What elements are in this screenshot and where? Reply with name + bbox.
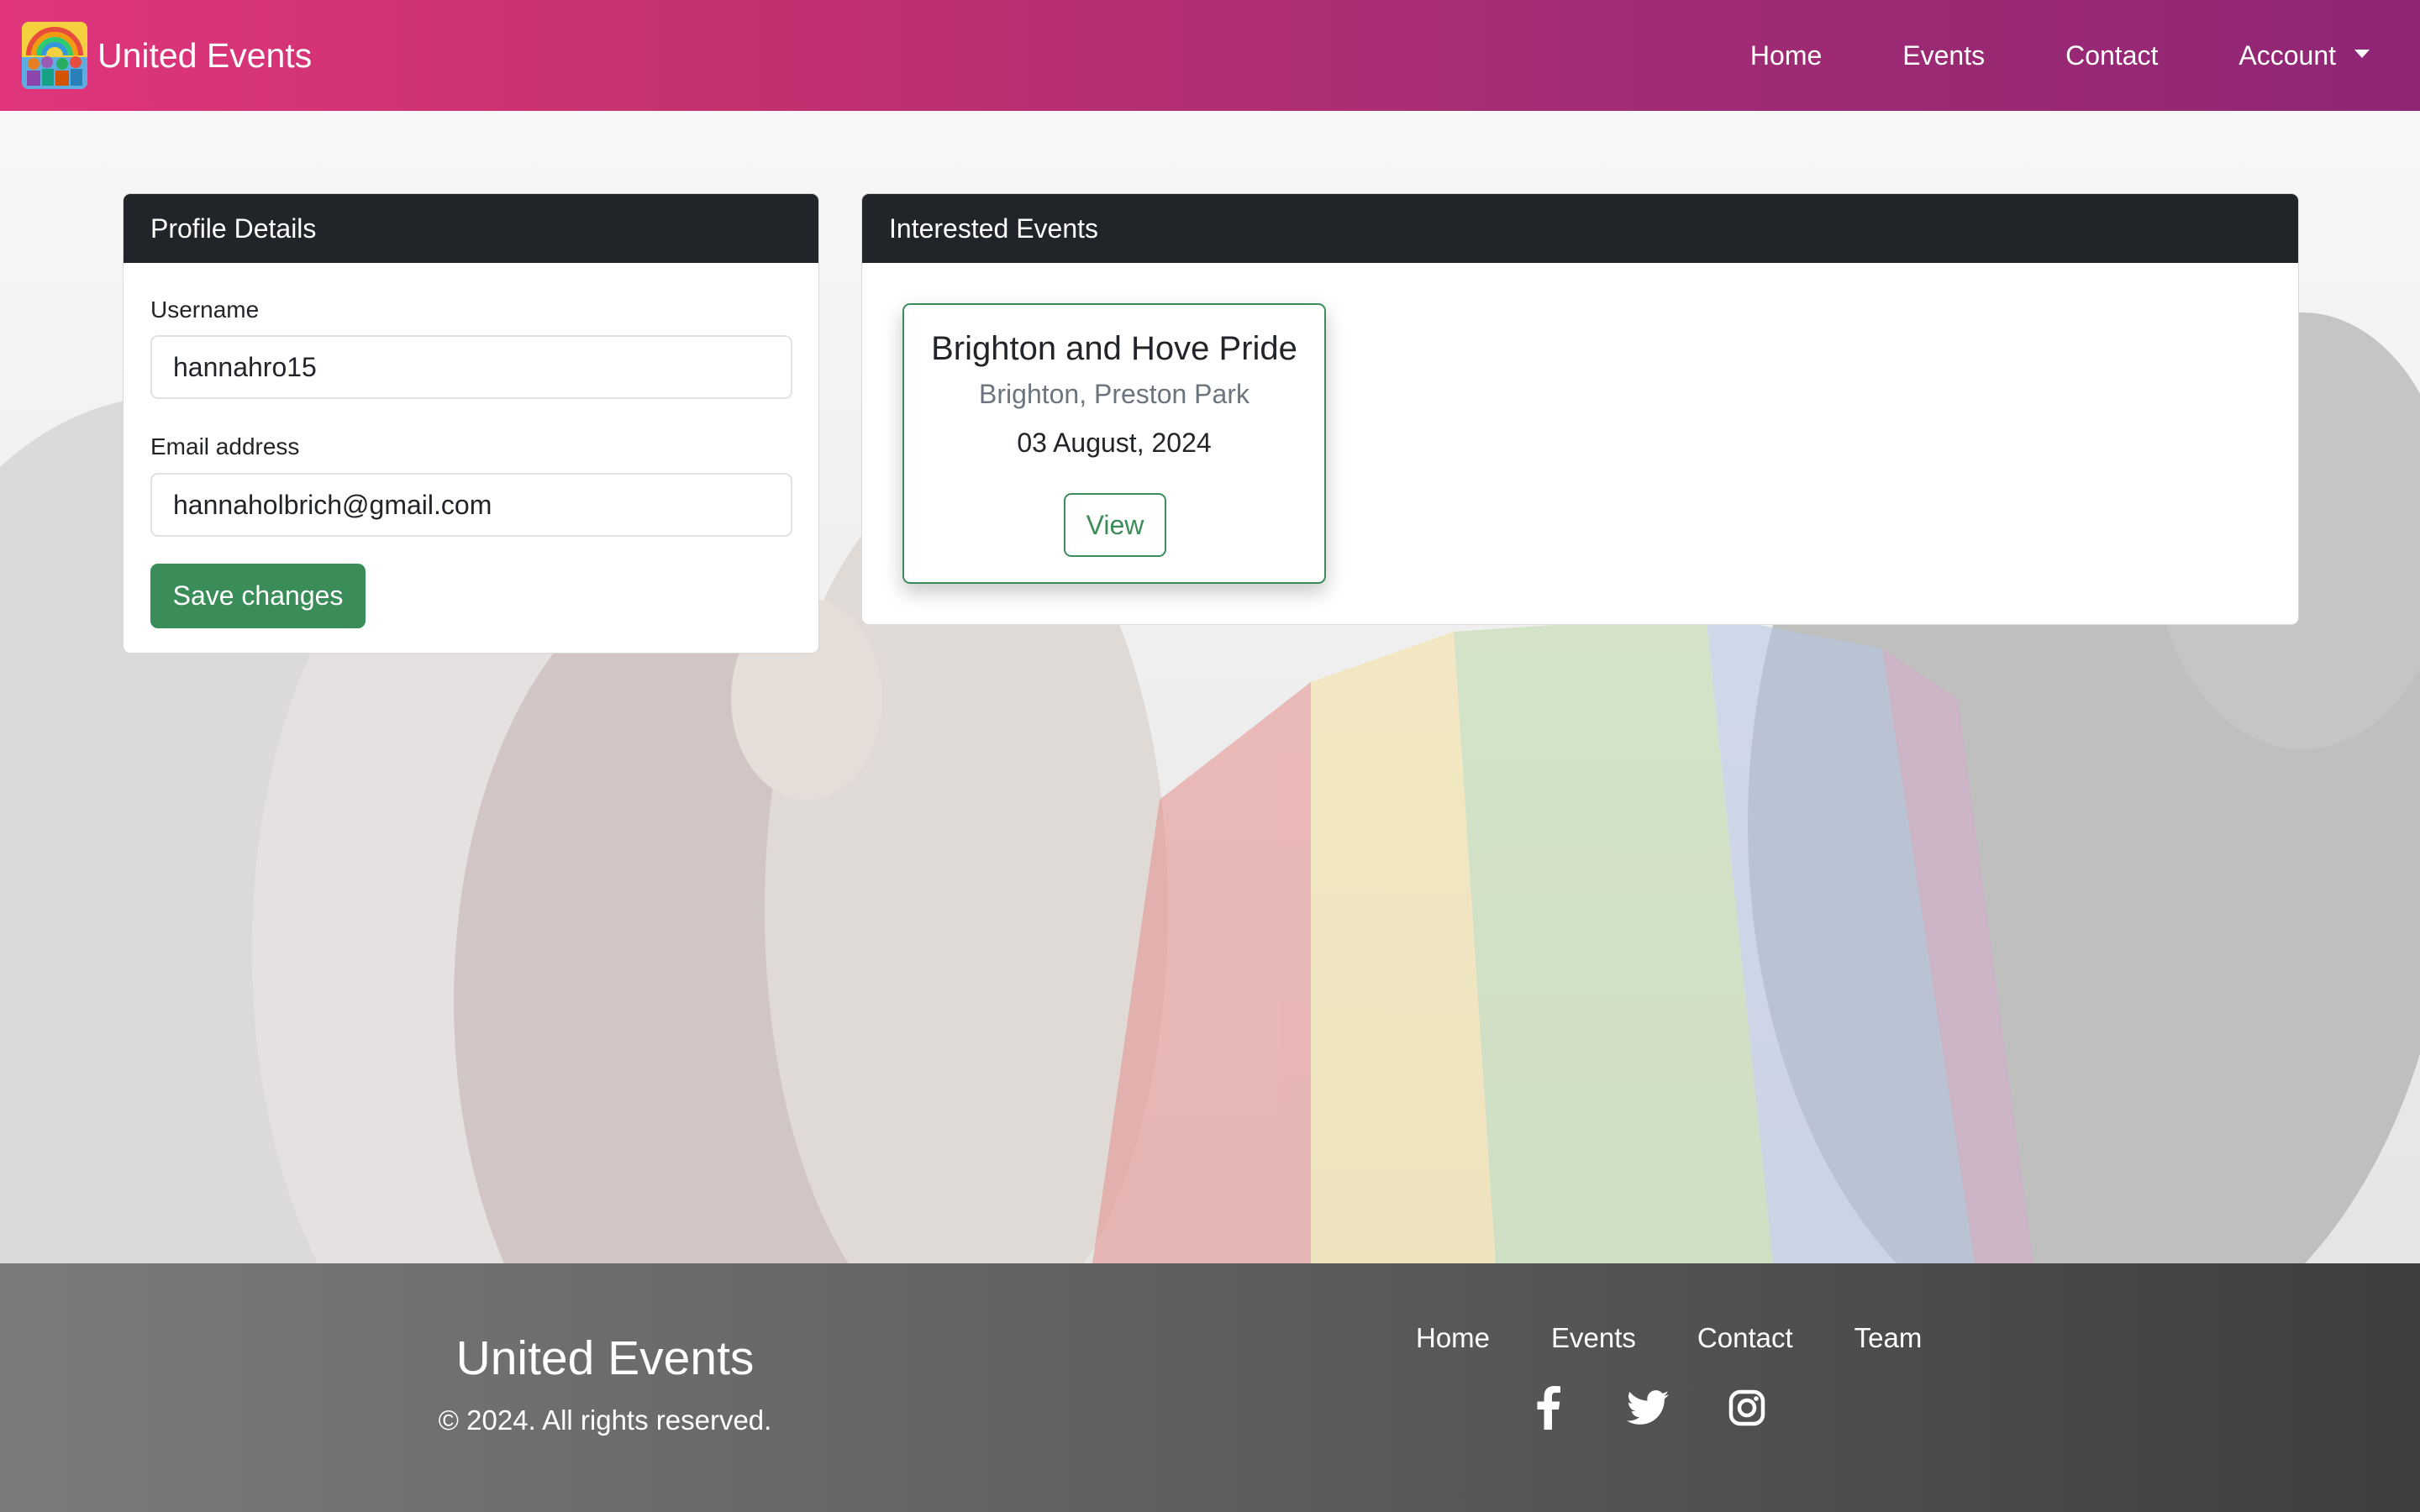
username-label: Username xyxy=(150,297,260,323)
profile-card-header: Profile Details xyxy=(124,194,818,263)
instagram-icon[interactable] xyxy=(1723,1384,1770,1431)
view-event-button[interactable]: View xyxy=(1064,493,1166,557)
email-label: Email address xyxy=(150,433,300,459)
interested-events-card: Interested Events Brighton and Hove Prid… xyxy=(861,193,2299,625)
brand-link[interactable]: United Events xyxy=(22,22,312,89)
interested-card-header: Interested Events xyxy=(862,194,2298,263)
footer-link-contact[interactable]: Contact xyxy=(1697,1322,1793,1354)
footer-link-events[interactable]: Events xyxy=(1551,1322,1636,1354)
username-input[interactable]: hannahro15 xyxy=(150,335,792,399)
brand-name: United Events xyxy=(97,36,313,75)
footer-brand: United Events xyxy=(455,1331,755,1385)
footer-link-home[interactable]: Home xyxy=(1416,1322,1490,1354)
footer-link-team[interactable]: Team xyxy=(1854,1322,1923,1354)
nav-account-dropdown[interactable]: Account xyxy=(2238,40,2370,71)
nav-links: Home Events Contact Account xyxy=(1750,0,2370,111)
profile-details-card: Profile Details Username hannahro15 Emai… xyxy=(123,193,819,654)
caret-down-icon xyxy=(2354,50,2370,58)
footer: United Events © 2024. All rights reserve… xyxy=(0,1263,2420,1512)
facebook-icon[interactable] xyxy=(1525,1384,1572,1431)
top-navbar: United Events Home Events Contact Accoun… xyxy=(0,0,2420,111)
event-date: 03 August, 2024 xyxy=(1017,428,1212,458)
nav-home[interactable]: Home xyxy=(1750,40,1822,71)
footer-links: Home Events Contact Team xyxy=(1416,1322,1983,1354)
event-location: Brighton, Preston Park xyxy=(979,379,1249,409)
save-changes-button[interactable]: Save changes xyxy=(150,564,366,628)
nav-events[interactable]: Events xyxy=(1902,40,1985,71)
footer-copyright: © 2024. All rights reserved. xyxy=(438,1404,772,1436)
event-title: Brighton and Hove Pride xyxy=(931,330,1297,367)
nav-account-label: Account xyxy=(2238,39,2336,71)
footer-social-links xyxy=(1525,1384,1823,1431)
email-input[interactable]: hannaholbrich@gmail.com xyxy=(150,473,792,537)
nav-contact[interactable]: Contact xyxy=(2065,40,2158,71)
event-card: Brighton and Hove Pride Brighton, Presto… xyxy=(902,303,1326,584)
united-events-logo-icon xyxy=(22,22,87,89)
twitter-icon[interactable] xyxy=(1624,1384,1671,1431)
